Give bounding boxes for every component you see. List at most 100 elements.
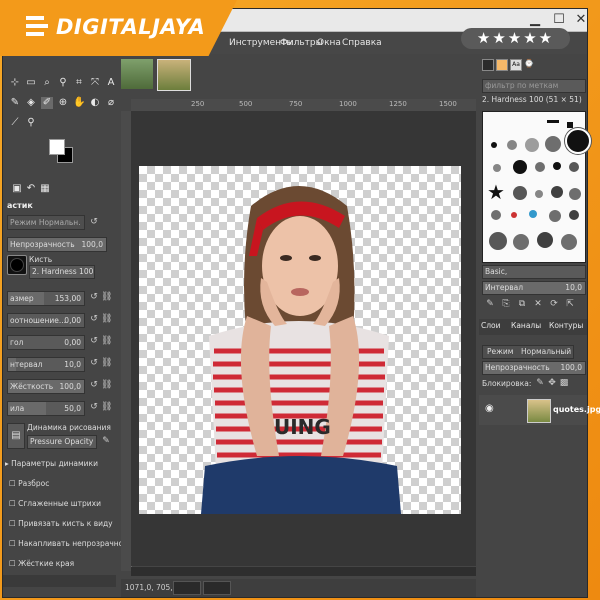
patterns-tab-icon[interactable] <box>496 59 508 71</box>
edit-dynamics-icon[interactable]: ✎ <box>101 436 111 447</box>
refresh-brushes-icon[interactable]: ⟳ <box>549 299 559 310</box>
image-tab-1[interactable] <box>121 59 153 89</box>
move-tool-icon[interactable]: ⊹ <box>9 77 21 89</box>
rect-select-icon[interactable]: ▭ <box>25 77 37 89</box>
foreground-color-swatch[interactable] <box>49 139 65 155</box>
canvas-horizontal-scrollbar[interactable] <box>131 567 476 576</box>
undo-history-icon[interactable]: ↶ <box>25 183 37 195</box>
option-smooth-strokes[interactable]: ☐ Сглаженные штрихи <box>9 499 101 508</box>
open-as-image-icon[interactable]: ⇱ <box>565 299 575 310</box>
lock-alpha-icon[interactable]: ▩ <box>559 378 569 389</box>
measure-icon[interactable]: ⟋ <box>9 117 21 129</box>
crop-icon[interactable]: ⌗ <box>73 77 85 89</box>
link-force-icon[interactable]: ⛓ <box>101 402 112 413</box>
dynamics-icon[interactable]: ▤ <box>7 423 25 449</box>
transform-icon[interactable]: ⤧ <box>89 77 101 89</box>
reset-force-icon[interactable]: ↺ <box>89 402 99 413</box>
link-ratio-icon[interactable]: ⛓ <box>101 314 112 325</box>
option-scatter[interactable]: ☐ Разброс <box>9 479 49 488</box>
angle-slider[interactable]: гол 0,00 <box>7 335 85 350</box>
brush-preview[interactable] <box>7 255 27 275</box>
brand-logo-icon <box>26 16 48 36</box>
bucket-icon[interactable]: ◈ <box>25 97 37 109</box>
layer-row[interactable]: ◉ quotes.jpg <box>479 395 600 425</box>
maximize-button[interactable]: ☐ <box>547 11 571 29</box>
docks-panel: Aa ⌚ фильтр по меткам 2. Hardness 100 (5… <box>479 55 600 597</box>
text-tool-icon[interactable]: A <box>105 77 117 89</box>
smudge-icon[interactable]: ✋ <box>73 97 85 109</box>
dynamics-params-expander[interactable]: ▸ Параметры динамики <box>5 459 98 468</box>
minimize-button[interactable]: ▁ <box>523 11 547 29</box>
brush-dock-icon[interactable]: ▦ <box>39 183 51 195</box>
reset-size-icon[interactable]: ↺ <box>89 292 99 303</box>
brush-preset-select[interactable]: Basic, <box>482 265 586 279</box>
lock-pixels-icon[interactable]: ✎ <box>535 378 545 389</box>
reset-angle-icon[interactable]: ↺ <box>89 336 99 347</box>
hardness-slider[interactable]: Жёсткость 100,0 <box>7 379 85 394</box>
angle-value: 0,00 <box>64 338 81 347</box>
brand-name: DIGITALJAYA <box>56 15 206 39</box>
zoom-select[interactable] <box>203 581 231 595</box>
tab-paths[interactable]: Контуры <box>549 321 583 330</box>
reset-ratio-icon[interactable]: ↺ <box>89 314 99 325</box>
force-label: ила <box>10 404 25 413</box>
brushes-tab-icon[interactable] <box>482 59 494 71</box>
visibility-eye-icon[interactable]: ◉ <box>485 403 494 414</box>
brush-grid[interactable]: ★ <box>482 111 591 263</box>
link-hardness-icon[interactable]: ⛓ <box>101 380 112 391</box>
force-value: 50,0 <box>64 404 81 413</box>
image-canvas[interactable]: UING <box>139 166 461 514</box>
zoom-icon[interactable]: ⚲ <box>25 117 37 129</box>
delete-brush-icon[interactable]: ✕ <box>533 299 543 310</box>
layer-opacity-slider[interactable]: Непрозрачность 100,0 <box>482 361 586 375</box>
mode-select[interactable]: Режим Нормальн. <box>7 215 85 230</box>
aspect-ratio-slider[interactable]: оотношение... 0,00 <box>7 313 85 328</box>
image-icon[interactable]: ▣ <box>11 183 23 195</box>
spacing-slider[interactable]: нтервал 10,0 <box>7 357 85 372</box>
option-incremental[interactable]: ☐ Накапливать непрозрачность <box>9 539 136 548</box>
menu-help[interactable]: Справка <box>342 38 382 48</box>
panel-scrollbar[interactable] <box>3 575 116 587</box>
opacity-slider[interactable]: Непрозрачность 100,0 <box>7 237 107 252</box>
close-button[interactable]: ✕ <box>569 11 593 29</box>
reset-mode-icon[interactable]: ↺ <box>89 217 99 228</box>
option-lock-to-view[interactable]: ☐ Привязать кисть к виду <box>9 519 113 528</box>
duplicate-brush-icon[interactable]: ⧉ <box>517 299 527 310</box>
new-brush-icon[interactable]: ⎘ <box>501 299 511 310</box>
clone-icon[interactable]: ⊕ <box>57 97 69 109</box>
ruler-tick: 1000 <box>339 100 357 108</box>
reset-hardness-icon[interactable]: ↺ <box>89 380 99 391</box>
link-angle-icon[interactable]: ⛓ <box>101 336 112 347</box>
link-size-icon[interactable]: ⛓ <box>101 292 112 303</box>
brush-select[interactable]: 2. Hardness 100 <box>29 265 95 279</box>
unit-select[interactable] <box>173 581 201 595</box>
portrait-photo: UING <box>201 186 401 514</box>
lock-label: Блокировка: <box>482 379 532 388</box>
reset-spacing-icon[interactable]: ↺ <box>89 358 99 369</box>
hardness-label: Жёсткость <box>10 382 54 391</box>
image-tab-2[interactable] <box>157 59 191 91</box>
paintbrush-icon[interactable]: ✐ <box>41 97 53 109</box>
angle-label: гол <box>10 338 24 347</box>
lock-position-icon[interactable]: ✥ <box>547 378 557 389</box>
dynamics-select[interactable]: Pressure Opacity <box>27 435 97 449</box>
dodge-icon[interactable]: ◐ <box>89 97 101 109</box>
color-picker-icon[interactable]: ⌀ <box>105 97 117 109</box>
force-slider[interactable]: ила 50,0 <box>7 401 85 416</box>
paths-icon[interactable]: ✎ <box>9 97 21 109</box>
tab-channels[interactable]: Каналы <box>511 321 541 330</box>
tab-layers[interactable]: Слои <box>481 321 501 330</box>
brush-spacing-slider[interactable]: Интервал 10,0 <box>482 281 586 295</box>
size-label: азмер <box>10 294 34 303</box>
option-hard-edges[interactable]: ☐ Жёсткие края <box>9 559 74 568</box>
edit-brush-icon[interactable]: ✎ <box>485 299 495 310</box>
tag-filter-input[interactable]: фильтр по меткам <box>482 79 586 93</box>
lasso-icon[interactable]: ⌕ <box>41 77 53 89</box>
document-history-icon[interactable]: ⌚ <box>524 59 534 69</box>
link-spacing-icon[interactable]: ⛓ <box>101 358 112 369</box>
size-slider[interactable]: азмер 153,00 <box>7 291 85 306</box>
fonts-tab-icon[interactable]: Aa <box>510 59 522 71</box>
menu-windows[interactable]: Окна <box>317 38 341 48</box>
fuzzy-select-icon[interactable]: ⚲ <box>57 77 69 89</box>
layer-mode-select[interactable]: Режим Нормальный <box>482 345 574 359</box>
